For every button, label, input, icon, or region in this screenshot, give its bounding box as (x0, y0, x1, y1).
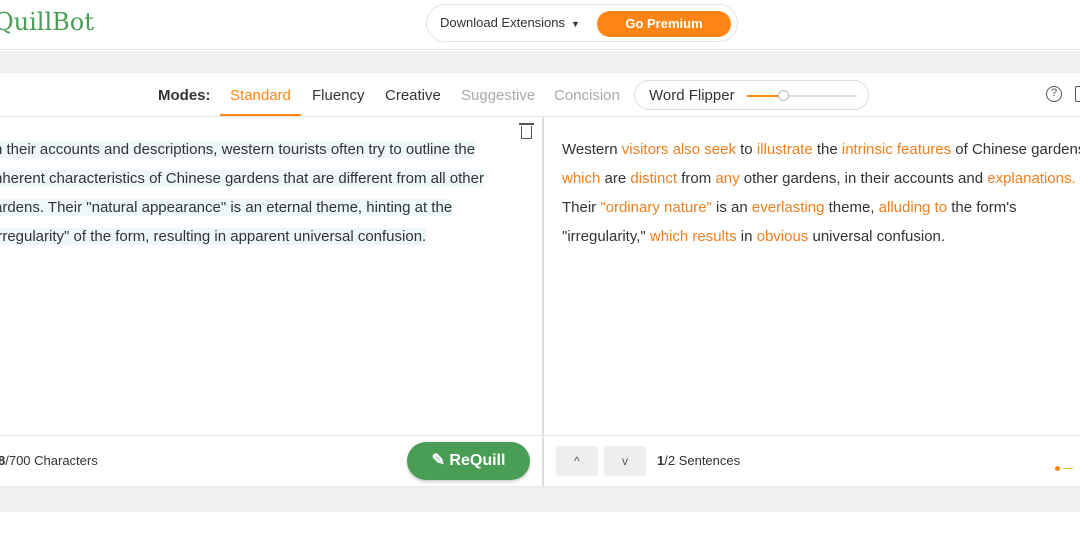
changed-word[interactable]: obvious (757, 228, 809, 245)
tab-suggestive[interactable]: Suggestive (461, 87, 535, 104)
tab-standard[interactable]: Standard (230, 87, 291, 104)
output-text-segment: in (736, 228, 757, 245)
output-line: Western visitors also seek to illustrate… (562, 135, 1080, 164)
word-flipper-slider[interactable] (747, 90, 857, 101)
sentence-total: /2 Sentences (664, 453, 741, 468)
copy-icon[interactable] (1075, 86, 1080, 102)
output-text-segment: to (735, 141, 757, 158)
input-line: nherent characteristics of Chinese garde… (0, 164, 484, 193)
input-line: irregularity" of the form, resulting in … (0, 222, 484, 251)
output-text-segment: "irregularity," (562, 228, 650, 245)
output-text-segment: is an (711, 199, 752, 216)
quill-icon: ✎ (431, 452, 450, 469)
pane-divider (542, 117, 544, 486)
top-bar: QuillBot Download Extensions ▼ Go Premium (0, 0, 1080, 50)
input-text[interactable]: n their accounts and descriptions, weste… (0, 135, 484, 251)
quillbot-logo[interactable]: QuillBot (0, 8, 94, 36)
next-sentence-button[interactable]: v (604, 446, 646, 476)
changed-word[interactable]: which (562, 170, 600, 187)
modes-label: Modes: (158, 87, 211, 104)
tab-fluency[interactable]: Fluency (312, 87, 365, 104)
changed-word[interactable]: alluding to (879, 199, 947, 216)
changed-word[interactable]: intrinsic features (842, 141, 951, 158)
output-text-segment: Their (562, 199, 601, 216)
input-line: ardens. Their "natural appearance" is an… (0, 193, 484, 222)
output-text-segment: theme, (824, 199, 879, 216)
output-line: "irregularity," which results in obvious… (562, 222, 1080, 251)
requill-button[interactable]: ✎ ReQuill (407, 442, 530, 480)
changed-word[interactable]: visitors also seek (622, 141, 736, 158)
input-line-text: ardens. Their "natural appearance" is an… (0, 199, 453, 216)
caret-down-icon: ▼ (571, 19, 580, 29)
output-text-segment: of Chinese gardens (951, 141, 1080, 158)
output-text: Western visitors also seek to illustrate… (562, 135, 1080, 251)
modes-bar: Modes: Standard Fluency Creative Suggest… (0, 73, 1080, 117)
footer: 8/700 Characters ✎ ReQuill ^ v 1/2 Sente… (0, 435, 1080, 486)
input-line: n their accounts and descriptions, weste… (0, 135, 484, 164)
changed-word[interactable]: any (715, 170, 739, 187)
help-icon[interactable]: ? (1046, 86, 1062, 102)
go-premium-button[interactable]: Go Premium (597, 11, 731, 37)
download-label: Download Extensions (440, 15, 566, 30)
output-text-segment: the (812, 141, 842, 158)
output-line: which are distinct from any other garden… (562, 164, 1080, 193)
slider-handle[interactable] (778, 90, 790, 101)
output-text-segment: other gardens, in their accounts and (739, 170, 988, 187)
download-extensions-dropdown[interactable]: Download Extensions ▼ (440, 15, 580, 30)
count-limit: /700 Characters (5, 453, 98, 468)
header-actions: Download Extensions ▼ Go Premium (426, 4, 738, 42)
output-line: Their "ordinary nature" is an everlastin… (562, 193, 1080, 222)
previous-sentence-button[interactable]: ^ (556, 446, 598, 476)
paraphraser-card: Modes: Standard Fluency Creative Suggest… (0, 73, 1080, 486)
changed-word[interactable]: everlasting (752, 199, 825, 216)
active-tab-underline (220, 114, 301, 116)
tab-concision[interactable]: Concision (554, 87, 620, 104)
character-count: 8/700 Characters (0, 453, 98, 468)
changed-word[interactable]: which results (650, 228, 737, 245)
requill-label: ReQuill (449, 452, 506, 469)
input-line-text: n their accounts and descriptions, weste… (0, 141, 476, 158)
output-text-segment: the form's (947, 199, 1017, 216)
spacer (0, 488, 1080, 512)
changed-word[interactable]: illustrate (757, 141, 813, 158)
legend-icon (1055, 460, 1073, 478)
output-text-segment: from (677, 170, 716, 187)
trash-icon[interactable] (519, 123, 534, 139)
output-text-segment: are (600, 170, 631, 187)
word-flipper-label: Word Flipper (649, 87, 735, 104)
input-line-text: nherent characteristics of Chinese garde… (0, 170, 484, 187)
output-text-segment: universal confusion. (808, 228, 946, 245)
output-text-segment: Western (562, 141, 622, 158)
changed-word[interactable]: "ordinary nature" (600, 199, 712, 216)
changed-word[interactable]: explanations. (987, 170, 1075, 187)
sentence-count: 1/2 Sentences (657, 453, 740, 468)
spacer (0, 51, 1080, 73)
word-flipper: Word Flipper (634, 80, 869, 110)
input-line-text: irregularity" of the form, resulting in … (0, 228, 427, 245)
changed-word[interactable]: distinct (630, 170, 677, 187)
tab-creative[interactable]: Creative (385, 87, 441, 104)
